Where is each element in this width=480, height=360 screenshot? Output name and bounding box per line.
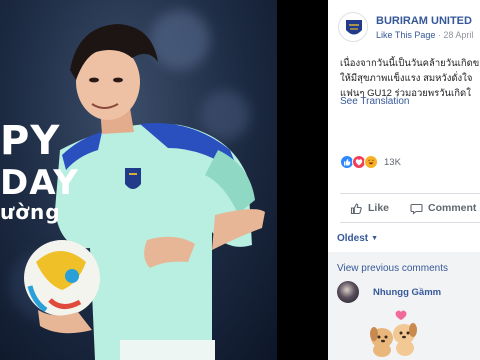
post-text-line: เนื่องจากวันนี้เป็นวันคล้ายวันเกิดข <box>340 58 480 69</box>
post-photo[interactable]: PY DAY ường <box>0 0 277 360</box>
comment-bubble-icon <box>410 203 423 215</box>
caret-down-icon: ▼ <box>371 235 379 242</box>
haha-icon <box>364 155 378 169</box>
comments-section: View previous comments Nhungg Gầmm <box>328 252 480 360</box>
page-name-link[interactable]: BURIRAM UNITED <box>376 15 472 27</box>
like-page-link[interactable]: Like This Page <box>376 30 435 40</box>
divider <box>340 222 480 223</box>
page-avatar[interactable] <box>338 12 368 42</box>
club-crest-icon <box>340 14 367 41</box>
reactions-summary[interactable]: 13K <box>340 154 401 170</box>
like-button-label: Like <box>368 202 390 214</box>
puppy-sticker-icon <box>370 310 417 357</box>
divider <box>340 193 480 194</box>
like-button[interactable]: Like <box>350 200 389 216</box>
post-panel: BURIRAM UNITED Like This Page · 28 April… <box>328 0 480 360</box>
comment-button-label: Comment <box>428 202 477 214</box>
reaction-count[interactable]: 13K <box>384 157 401 168</box>
lightbox-gutter <box>277 0 328 360</box>
post-text: เนื่องจากวันนี้เป็นวันคล้ายวันเกิดข ให้ม… <box>340 56 480 101</box>
greeting-text-line2: DAY <box>0 163 79 203</box>
post-text-line: ให้มีสุขภาพแข็งแรง สมหวังดั่งใจ <box>340 73 473 84</box>
commenter-name-link[interactable]: Nhungg Gầmm <box>373 287 441 298</box>
greeting-text-line1: PY <box>0 118 61 164</box>
post-date[interactable]: 28 April <box>443 30 473 40</box>
comment-button[interactable]: Comment <box>410 200 476 216</box>
greeting-text-line3: ường <box>0 200 61 224</box>
post-header: BURIRAM UNITED Like This Page · 28 April <box>328 0 480 48</box>
comment-sort-label: Oldest <box>337 233 369 244</box>
post-meta: Like This Page · 28 April <box>376 30 473 40</box>
commenter-avatar[interactable] <box>337 281 359 303</box>
thumbs-up-icon <box>350 202 362 214</box>
comment-sort-dropdown[interactable]: Oldest ▼ <box>337 233 378 244</box>
see-translation-link[interactable]: See Translation <box>340 96 410 107</box>
view-previous-comments-link[interactable]: View previous comments <box>337 263 448 274</box>
